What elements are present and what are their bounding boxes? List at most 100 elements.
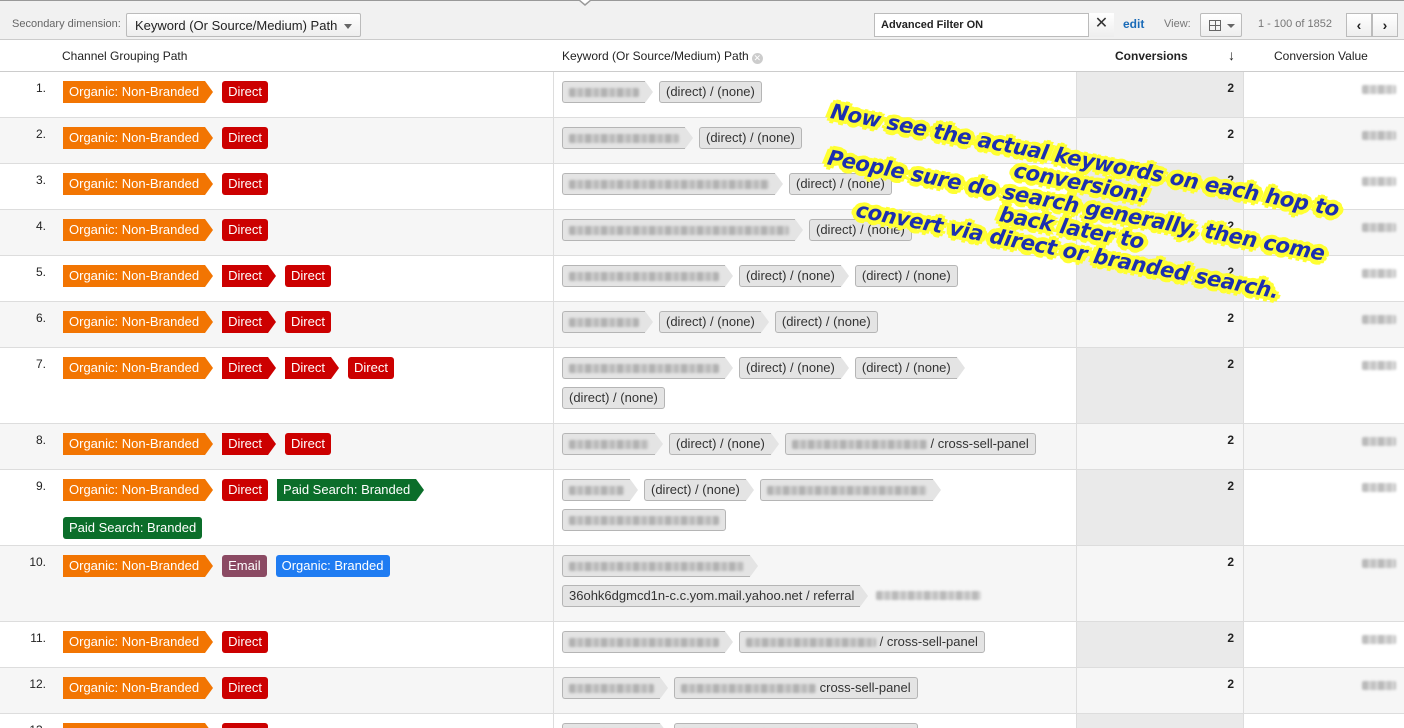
keyword-chip: cross-sell-panel — [674, 677, 918, 699]
redacted-keyword — [569, 226, 789, 236]
table-row[interactable]: 9. Organic: Non-Branded Direct Paid Search:… — [0, 470, 1404, 546]
table-header: Channel Grouping Path Keyword (Or Source… — [0, 40, 1404, 72]
channel-chip: Direct — [285, 311, 331, 333]
redacted-conversion-value — [1362, 483, 1396, 492]
channel-chip: Paid Search: Branded — [63, 517, 203, 539]
table-grid-icon — [1209, 20, 1221, 31]
secondary-dimension-value: Keyword (Or Source/Medium) Path — [135, 18, 338, 33]
channel-chip: Organic: Non-Branded — [63, 433, 214, 455]
redacted-conversion-value — [1362, 223, 1396, 232]
redacted-keyword — [569, 88, 639, 98]
conversions-value: 2 — [1227, 311, 1234, 325]
keyword-chip — [874, 585, 983, 607]
channel-path: Organic: Non-Branded Direct — [63, 723, 543, 728]
column-divider — [553, 72, 554, 728]
sort-descending-icon[interactable]: ↓ — [1228, 47, 1235, 63]
keyword-chip — [562, 723, 668, 728]
channel-chip: Direct — [222, 173, 269, 195]
column-divider — [1243, 72, 1244, 728]
row-number: 6. — [35, 311, 46, 325]
tab-notch — [578, 0, 592, 6]
keyword-chip — [562, 219, 803, 241]
keyword-chip: (direct) / (none) — [644, 479, 754, 501]
secondary-dimension-label: Secondary dimension: — [12, 18, 121, 30]
keyword-chip — [562, 479, 638, 501]
table-row[interactable]: 13. Organic: Non-Branded Direct — [0, 714, 1404, 728]
redacted-keyword — [569, 364, 719, 374]
channel-chip: Direct — [222, 677, 269, 699]
channel-chip: Direct — [222, 357, 276, 379]
keyword-path: / cross-sell-panel — [562, 631, 1067, 653]
keyword-chip — [562, 357, 733, 379]
keyword-chip: (direct) / (none) — [854, 357, 965, 379]
channel-chip: Direct — [285, 265, 331, 287]
advanced-filter-input[interactable]: Advanced Filter ON — [874, 13, 1114, 37]
keyword-text: (direct) / (none) — [676, 436, 765, 451]
keyword-text: / cross-sell-panel — [926, 436, 1029, 451]
redacted-keyword — [681, 684, 816, 694]
redacted-conversion-value — [1362, 437, 1396, 446]
table-row[interactable]: 1. Organic: Non-Branded Direct (direct) / (… — [0, 72, 1404, 118]
table-row[interactable]: 10. Organic: Non-Branded Email Organic: Bra… — [0, 546, 1404, 622]
column-header-keyword[interactable]: Keyword (Or Source/Medium) Path ✕ — [562, 49, 763, 64]
column-header-conversion-value[interactable]: Conversion Value — [1274, 49, 1368, 63]
keyword-chip: (direct) / (none) — [562, 387, 665, 409]
view-toggle-button[interactable] — [1200, 13, 1242, 37]
channel-chip: Organic: Non-Branded — [63, 723, 214, 728]
remove-dimension-icon[interactable]: ✕ — [751, 53, 763, 64]
table-toolbar: Secondary dimension: Keyword (Or Source/… — [0, 0, 1404, 40]
channel-chip: Organic: Non-Branded — [63, 311, 214, 333]
keyword-chip — [562, 173, 783, 195]
keyword-path: (direct) / (none) (direct) / (none) (direc… — [562, 357, 1067, 409]
channel-path: Organic: Non-Branded Direct — [63, 631, 543, 653]
channel-chip: Direct — [222, 311, 276, 333]
clear-filter-button[interactable]: ✕ — [1088, 13, 1114, 37]
table-row[interactable]: 12. Organic: Non-Branded Direct cross-sell… — [0, 668, 1404, 714]
channel-path: Organic: Non-Branded Direct Direct — [63, 311, 543, 333]
keyword-chip: (direct) / (none) — [854, 265, 958, 287]
keyword-chip: 36ohk6dgmcd1n-c.c.yom.mail.yahoo.net / r… — [562, 585, 869, 607]
view-label: View: — [1164, 18, 1191, 30]
keyword-chip — [562, 311, 653, 333]
keyword-path: (direct) / (none) — [562, 81, 1067, 103]
redacted-keyword — [569, 134, 679, 144]
column-header-conversions[interactable]: Conversions — [1115, 49, 1188, 63]
table-row[interactable]: 7. Organic: Non-Branded Direct Direct Direct… — [0, 348, 1404, 424]
prev-page-button[interactable]: ‹ — [1346, 13, 1372, 37]
keyword-chip — [562, 127, 693, 149]
channel-chip: Direct — [285, 357, 339, 379]
table-row[interactable]: 8. Organic: Non-Branded Direct Direct (direc… — [0, 424, 1404, 470]
channel-chip: Direct — [222, 479, 269, 501]
keyword-text: (direct) / (none) — [569, 390, 658, 405]
redacted-conversion-value — [1362, 269, 1396, 278]
redacted-keyword — [569, 180, 769, 190]
table-row[interactable]: 2. Organic: Non-Branded Direct (direct) / (… — [0, 118, 1404, 164]
channel-chip: Organic: Non-Branded — [63, 173, 214, 195]
edit-filter-link[interactable]: edit — [1123, 17, 1144, 31]
column-header-keyword-label: Keyword (Or Source/Medium) Path — [562, 49, 749, 63]
channel-chip: Organic: Non-Branded — [63, 81, 214, 103]
secondary-dimension-select[interactable]: Keyword (Or Source/Medium) Path — [126, 13, 361, 37]
keyword-chip: (direct) / (none) — [659, 81, 762, 103]
chevron-down-icon — [344, 24, 352, 29]
row-number: 11. — [30, 631, 46, 645]
table-row[interactable]: 6. Organic: Non-Branded Direct Direct (direc… — [0, 302, 1404, 348]
channel-path: Organic: Non-Branded Direct — [63, 81, 543, 103]
channel-chip: Direct — [222, 81, 269, 103]
column-header-channel[interactable]: Channel Grouping Path — [62, 49, 187, 63]
channel-path: Organic: Non-Branded Direct — [63, 219, 543, 241]
keyword-chip — [562, 433, 663, 455]
table-row[interactable]: 11. Organic: Non-Branded Direct / cross-se… — [0, 622, 1404, 668]
redacted-keyword — [791, 440, 927, 450]
channel-chip: Organic: Non-Branded — [63, 555, 214, 577]
pagination-range: 1 - 100 of 1852 — [1258, 18, 1333, 30]
keyword-text: / cross-sell-panel — [876, 634, 978, 649]
conversions-value: 2 — [1227, 81, 1234, 95]
keyword-chip — [562, 265, 733, 287]
next-page-button[interactable]: › — [1372, 13, 1398, 37]
redacted-conversion-value — [1362, 559, 1396, 568]
keyword-path: (direct) / (none) / cross-sell-panel — [562, 433, 1067, 455]
channel-path: Organic: Non-Branded Direct — [63, 173, 543, 195]
keyword-chip: / cross-sell-panel — [784, 433, 1036, 455]
channel-path: Organic: Non-Branded Direct Direct — [63, 265, 543, 287]
